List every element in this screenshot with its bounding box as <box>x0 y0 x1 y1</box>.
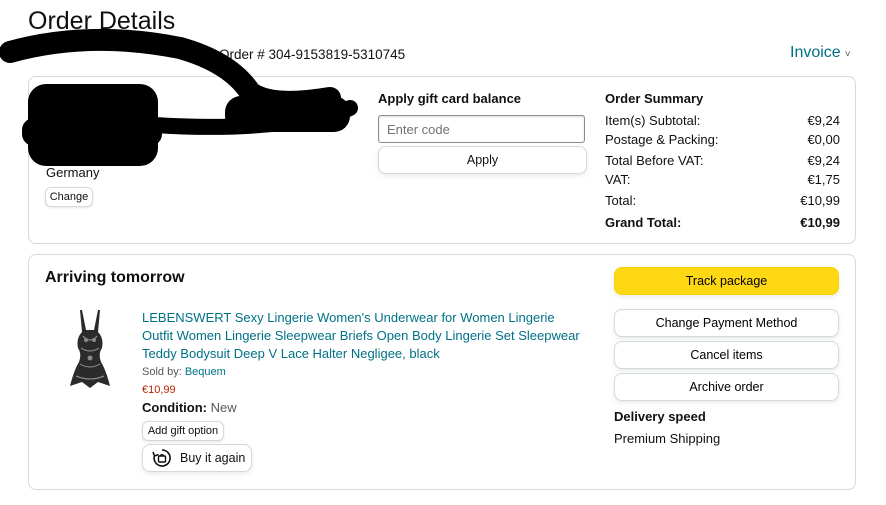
invoice-dropdown[interactable]: Invoice ˅ <box>790 44 851 62</box>
gift-card-code-input[interactable] <box>378 115 585 143</box>
sold-by-label: Sold by: <box>142 366 182 378</box>
chevron-down-icon[interactable]: ˅ <box>845 49 851 60</box>
reorder-icon <box>152 449 171 467</box>
cancel-items-button[interactable]: Cancel items <box>614 341 839 369</box>
seller-link[interactable]: Bequem <box>185 366 226 378</box>
summary-row-grand-total: Grand Total: €10,99 <box>605 214 840 233</box>
arriving-status-title: Arriving tomorrow <box>45 269 185 286</box>
page-title: Order Details <box>28 7 176 35</box>
summary-label: Postage & Packing: <box>605 131 719 147</box>
delivery-speed-value: Premium Shipping <box>614 431 721 446</box>
summary-row-total: Total: €10,99 <box>605 192 840 211</box>
change-payment-method-button[interactable]: Change Payment Method <box>614 309 839 337</box>
grand-total-label: Grand Total: <box>605 214 682 230</box>
summary-row-before-vat: Total Before VAT: €9,24 <box>605 152 840 171</box>
summary-row-postage: Postage & Packing: €0,00 <box>605 131 840 150</box>
product-condition: Condition: New <box>142 400 237 415</box>
change-address-button[interactable]: Change <box>45 187 93 207</box>
grand-total-value: €10,99 <box>800 214 840 230</box>
condition-label: Condition: <box>142 400 207 415</box>
summary-value: €10,99 <box>800 193 840 208</box>
summary-label: Total: <box>605 193 637 208</box>
archive-order-button[interactable]: Archive order <box>614 373 839 401</box>
summary-value: €9,24 <box>807 113 840 128</box>
buy-again-button[interactable]: Buy it again <box>142 444 252 472</box>
product-title-link[interactable]: LEBENSWERT Sexy Lingerie Women's Underwe… <box>142 309 582 363</box>
track-package-button[interactable]: Track package <box>614 267 839 295</box>
product-image[interactable] <box>68 308 112 390</box>
sold-by: Sold by: Bequem <box>142 366 226 378</box>
invoice-label[interactable]: Invoice <box>790 44 841 61</box>
summary-value: €0,00 <box>807 131 840 147</box>
summary-label: Item(s) Subtotal: <box>605 113 701 128</box>
summary-row-subtotal: Item(s) Subtotal: €9,24 <box>605 112 840 131</box>
product-price: €10,99 <box>142 384 176 396</box>
order-number: Order # 304-9153819-5310745 <box>219 47 406 62</box>
delivery-speed-label: Delivery speed <box>614 409 706 424</box>
shipping-country: Germany <box>46 165 100 180</box>
summary-value: €1,75 <box>807 171 840 187</box>
buy-again-label[interactable]: Buy it again <box>180 451 245 465</box>
add-gift-option-button[interactable]: Add gift option <box>142 421 224 441</box>
order-summary: Order Summary Item(s) Subtotal: €9,24 Po… <box>605 91 840 232</box>
gift-card-title: Apply gift card balance <box>378 91 522 106</box>
order-summary-title: Order Summary <box>605 91 704 106</box>
summary-label: Total Before VAT: <box>605 153 704 168</box>
summary-row-vat: VAT: €1,75 <box>605 171 840 190</box>
apply-gift-card-button[interactable]: Apply <box>378 146 587 174</box>
condition-value: New <box>210 400 237 415</box>
summary-value: €9,24 <box>807 153 840 168</box>
summary-label: VAT: <box>605 171 631 187</box>
